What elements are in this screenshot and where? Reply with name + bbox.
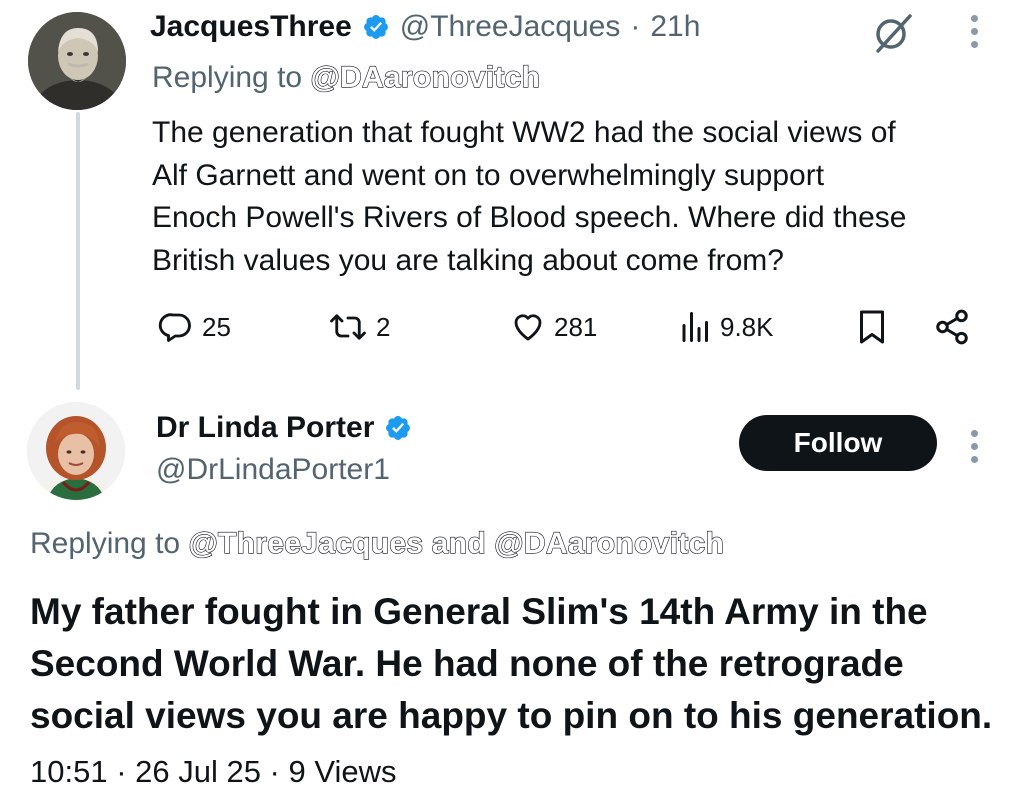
more-icon[interactable] <box>971 15 978 48</box>
tweet-text-line: The generation that fought WW2 had the s… <box>152 116 896 149</box>
tweet-text-line: Enoch Powell's Rivers of Blood speech. W… <box>152 201 907 234</box>
avatar[interactable] <box>27 402 125 500</box>
avatar-lindaporter-image <box>27 402 125 500</box>
share-icon[interactable] <box>933 308 971 351</box>
handle[interactable]: @DrLindaPorter1 <box>156 453 390 487</box>
like-count: 281 <box>554 311 598 342</box>
tweet2-header: Dr Linda Porter <box>156 411 412 445</box>
avatar-jacquesthree-image <box>28 12 126 110</box>
mention-and: and <box>431 526 486 560</box>
more-icon[interactable] <box>971 430 978 463</box>
repost-icon <box>328 309 368 345</box>
thread-connector-line <box>76 112 80 390</box>
views-count: 9.8K <box>720 311 774 342</box>
replying-prefix: Replying to <box>152 61 303 94</box>
verified-badge-icon <box>362 13 390 41</box>
tweet1-header: JacquesThree @ThreeJacques · 21h <box>150 10 700 44</box>
display-name[interactable]: Dr Linda Porter <box>156 411 374 445</box>
like-icon <box>510 309 546 345</box>
verified-badge-icon <box>384 414 412 442</box>
mention-link[interactable]: @DAaronovitch <box>494 526 725 560</box>
views-icon <box>680 309 712 345</box>
repost-button[interactable]: 2 <box>328 309 390 345</box>
tweet-meta[interactable]: 10:51 · 26 Jul 25 · 9 Views <box>30 754 396 790</box>
reply-count: 25 <box>202 311 231 342</box>
repost-count: 2 <box>376 311 391 342</box>
timestamp[interactable]: 21h <box>650 10 700 44</box>
replying-to: Replying to @DAaronovitch <box>152 60 541 95</box>
tweet-text-line: Second World War. He had none of the ret… <box>30 643 904 684</box>
reply-button[interactable]: 25 <box>158 309 231 345</box>
tweet-text-line: My father fought in General Slim's 14th … <box>30 591 928 632</box>
tweet1-text: The generation that fought WW2 had the s… <box>152 112 1002 282</box>
display-name[interactable]: JacquesThree <box>150 10 352 44</box>
grok-icon[interactable] <box>870 12 916 59</box>
mention-link[interactable]: @ThreeJacques <box>188 526 424 560</box>
tweet-text-line: social views you are happy to pin on to … <box>30 695 993 736</box>
views-button[interactable]: 9.8K <box>680 309 774 345</box>
like-button[interactable]: 281 <box>510 309 597 345</box>
reply-icon <box>158 309 194 345</box>
bookmark-icon[interactable] <box>856 309 888 350</box>
replying-to: Replying to @ThreeJacques and @DAaronovi… <box>30 526 725 561</box>
replying-prefix: Replying to <box>30 527 181 560</box>
avatar[interactable] <box>28 12 126 110</box>
mention-link[interactable]: @DAaronovitch <box>310 60 541 94</box>
separator-dot: · <box>630 10 641 43</box>
tweet-text-line: Alf Garnett and went on to overwhelmingl… <box>152 158 825 192</box>
tweet2-text: My father fought in General Slim's 14th … <box>30 586 1010 742</box>
tweet-text-line: British values you are talking about com… <box>152 243 784 277</box>
handle[interactable]: @ThreeJacques <box>400 10 621 44</box>
follow-button[interactable]: Follow <box>739 415 937 471</box>
